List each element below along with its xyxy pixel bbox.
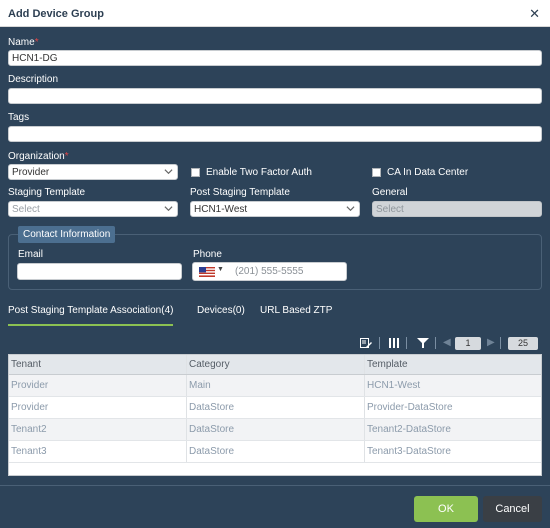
general-select: Select (372, 201, 542, 217)
toolbar-divider (379, 337, 380, 349)
caret-down-icon[interactable]: ▼ (217, 266, 224, 273)
tags-input[interactable] (8, 126, 542, 142)
chevron-left-icon[interactable]: ◀ (443, 337, 451, 348)
tab-devices[interactable]: Devices(0) (197, 305, 245, 324)
close-icon[interactable]: ✕ (529, 6, 540, 22)
tab-bar: Post Staging Template Association(4) Dev… (8, 305, 542, 330)
cell-tenant: Provider (9, 375, 187, 396)
page-size-select[interactable]: 25 (508, 337, 538, 350)
phone-input[interactable]: ▼ (201) 555-5555 (192, 262, 347, 281)
name-input[interactable]: HCN1-DG (8, 50, 542, 66)
general-label: General (372, 187, 408, 198)
description-label: Description (8, 74, 59, 85)
chevron-down-icon (164, 169, 173, 175)
header-category[interactable]: Category (187, 355, 365, 374)
table-toolbar: ◀ 1 ▶ 25 (8, 334, 542, 353)
cell-category: DataStore (187, 419, 365, 440)
name-label: Name* (8, 37, 39, 48)
organization-value: Provider (12, 167, 50, 178)
add-device-group-dialog: Add Device Group ✕ Name* HCN1-DG Descrip… (0, 0, 550, 528)
filter-icon[interactable] (417, 337, 429, 349)
description-input[interactable] (8, 88, 542, 104)
cell-template: Provider-DataStore (367, 402, 453, 413)
cancel-button[interactable]: Cancel (483, 496, 542, 522)
toolbar-divider (406, 337, 407, 349)
organization-select[interactable]: Provider (8, 164, 178, 180)
cell-category: DataStore (187, 397, 365, 418)
tags-label: Tags (8, 112, 30, 123)
phone-label: Phone (193, 249, 222, 260)
association-table: Tenant Category Template Provider Main H… (8, 354, 542, 476)
cell-tenant: Tenant3 (9, 441, 187, 462)
post-staging-template-value: HCN1-West (194, 204, 248, 215)
header-tenant[interactable]: Tenant (9, 355, 187, 374)
toolbar-divider (435, 337, 436, 349)
cell-tenant: Tenant2 (9, 419, 187, 440)
post-staging-template-select[interactable]: HCN1-West (190, 201, 360, 217)
us-flag-icon[interactable] (199, 267, 215, 277)
edit-icon[interactable] (360, 337, 372, 349)
ca-checkbox[interactable] (372, 168, 381, 177)
chevron-down-icon (164, 206, 173, 212)
ca-label: CA In Data Center (387, 167, 469, 178)
cell-template: Tenant2-DataStore (367, 424, 451, 435)
cell-tenant: Provider (9, 397, 187, 418)
cell-template: Tenant3-DataStore (367, 446, 451, 457)
cell-template: HCN1-West (367, 380, 421, 391)
chevron-right-icon[interactable]: ▶ (487, 337, 495, 348)
table-row[interactable]: Tenant3 DataStore Tenant3-DataStore (9, 441, 541, 463)
table-header: Tenant Category Template (9, 355, 541, 375)
toolbar-divider (500, 337, 501, 349)
organization-label: Organization* (8, 151, 69, 162)
email-label: Email (18, 249, 44, 260)
phone-placeholder: (201) 555-5555 (235, 266, 304, 277)
page-number-input[interactable]: 1 (455, 337, 481, 350)
tab-post-staging-template-association[interactable]: Post Staging Template Association(4) (8, 305, 174, 326)
header-template[interactable]: Template (365, 355, 541, 374)
email-input[interactable] (17, 263, 182, 280)
post-staging-template-label: Post Staging Template (190, 187, 290, 198)
dialog-title: Add Device Group (8, 8, 104, 20)
columns-icon[interactable] (388, 337, 400, 349)
two-factor-option[interactable]: Enable Two Factor Auth (191, 167, 312, 178)
ca-option[interactable]: CA In Data Center (372, 167, 468, 178)
ok-button[interactable]: OK (414, 496, 478, 522)
contact-legend: Contact Information (18, 226, 116, 243)
two-factor-label: Enable Two Factor Auth (206, 167, 312, 178)
two-factor-checkbox[interactable] (191, 168, 200, 177)
staging-template-select[interactable]: Select (8, 201, 178, 217)
table-row[interactable]: Tenant2 DataStore Tenant2-DataStore (9, 419, 541, 441)
table-row[interactable]: Provider DataStore Provider-DataStore (9, 397, 541, 419)
cell-category: Main (187, 375, 365, 396)
staging-template-label: Staging Template (8, 187, 86, 198)
dialog-footer: OK Cancel (0, 485, 550, 528)
dialog-title-bar: Add Device Group ✕ (0, 0, 550, 27)
table-row[interactable]: Provider Main HCN1-West (9, 375, 541, 397)
required-mark: * (34, 37, 39, 48)
cell-category: DataStore (187, 441, 365, 462)
required-mark: * (64, 151, 69, 162)
staging-template-placeholder: Select (12, 204, 40, 215)
tab-url-based-ztp[interactable]: URL Based ZTP (260, 305, 332, 324)
chevron-down-icon (346, 206, 355, 212)
